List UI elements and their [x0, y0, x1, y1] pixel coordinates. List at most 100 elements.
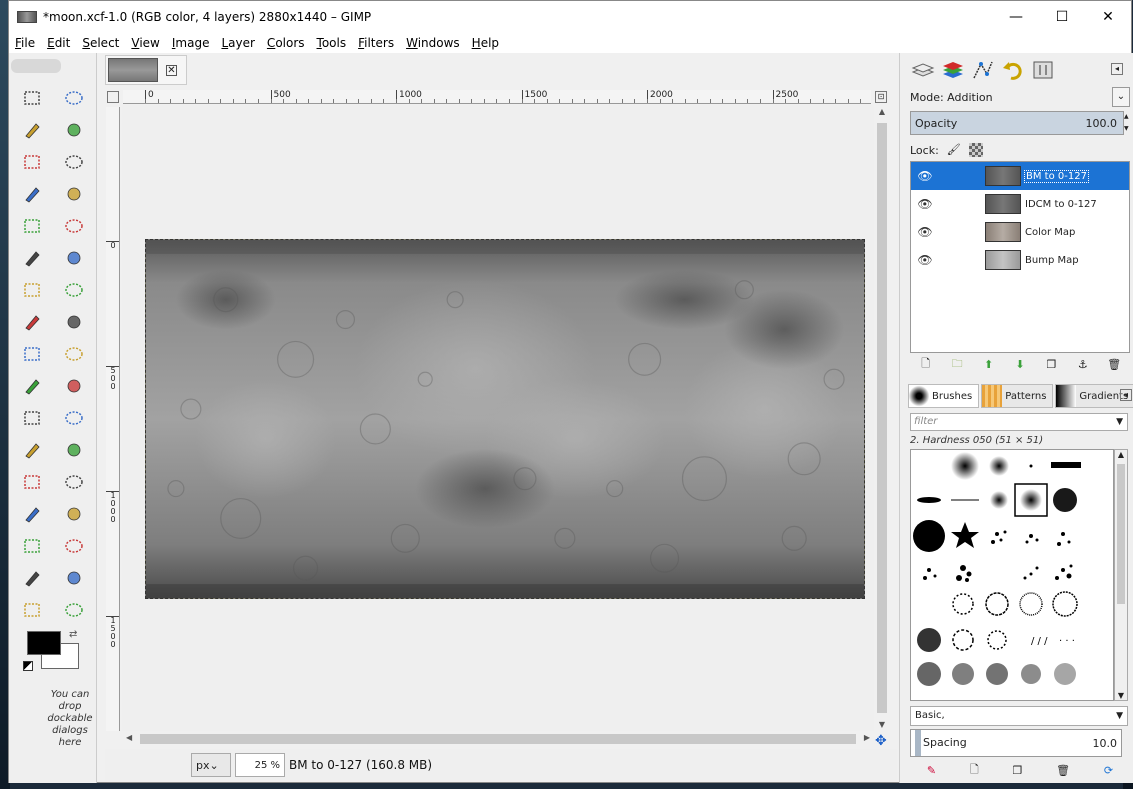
tool-shear[interactable]	[19, 341, 45, 366]
lock-alpha-icon[interactable]	[968, 143, 983, 157]
vertical-ruler[interactable]: 0 5 0 0 1 0 0 0 1 5 0 0	[106, 107, 120, 731]
menu-help[interactable]: Help	[472, 36, 499, 50]
minimize-button[interactable]: —	[993, 1, 1039, 33]
mode-dropdown-icon[interactable]: ⌄	[1112, 87, 1130, 107]
tool-crop[interactable]	[61, 277, 87, 302]
horizontal-ruler[interactable]: 0 500 1000 1500 2000 2500	[123, 90, 871, 104]
filter-dropdown-icon[interactable]: ▼	[1116, 414, 1123, 430]
tool-move[interactable]	[61, 245, 87, 270]
tool-heal[interactable]	[61, 533, 87, 558]
menu-edit[interactable]: Edit	[47, 36, 70, 50]
brush-scrollbar[interactable]: ▲ ▼	[1114, 449, 1128, 701]
tool-flip[interactable]	[19, 373, 45, 398]
brush-scroll-up-icon[interactable]: ▲	[1115, 450, 1127, 459]
duplicate-layer-icon[interactable]: ❐	[1042, 358, 1060, 371]
horizontal-scrollbar[interactable]: ◀ ▶	[122, 731, 874, 747]
menu-select[interactable]: Select	[82, 36, 119, 50]
menu-colors[interactable]: Colors	[267, 36, 305, 50]
tool-rotate[interactable]	[19, 309, 45, 334]
anchor-layer-icon[interactable]: ⚓	[1074, 358, 1092, 371]
new-layer-group-icon[interactable]: 🗀	[948, 355, 966, 374]
layer-visibility-eye-icon[interactable]: 👁	[911, 197, 939, 211]
quick-mask-toggle[interactable]	[107, 91, 119, 103]
brush-grid[interactable]: / / / · · ·	[910, 449, 1114, 701]
menu-layer[interactable]: Layer	[221, 36, 254, 50]
tab-brushes[interactable]: Brushes	[908, 384, 980, 408]
close-image-tab-icon[interactable]: ✕	[166, 64, 177, 76]
tool-ellipse-select[interactable]	[61, 85, 87, 110]
navigate-icon[interactable]: ✥	[875, 733, 887, 749]
new-layer-icon[interactable]: 🗋	[917, 355, 935, 374]
opacity-slider[interactable]: Opacity 100.0	[910, 111, 1124, 135]
vertical-scrollbar[interactable]: ▲ ▼	[875, 105, 889, 731]
brushes-dock-menu-icon[interactable]: ◂	[1120, 389, 1132, 401]
tool-text[interactable]	[19, 405, 45, 430]
scroll-up-icon[interactable]: ▲	[875, 107, 889, 116]
tool-rect-select[interactable]	[19, 85, 45, 110]
refresh-brushes-icon[interactable]: ⟳	[1104, 764, 1113, 777]
default-colors-icon[interactable]	[23, 661, 33, 671]
tool-smudge[interactable]	[61, 565, 87, 590]
layer-row[interactable]: 👁 BM to 0-127	[911, 162, 1129, 190]
color-area[interactable]: ⇄	[23, 627, 83, 673]
tool-airbrush[interactable]	[19, 501, 45, 526]
opacity-spinner-icon[interactable]: ▲ ▼	[1124, 111, 1132, 135]
tool-paths[interactable]	[61, 181, 87, 206]
lower-layer-icon[interactable]: ⬇	[1011, 358, 1029, 371]
tab-tool-options[interactable]	[1028, 56, 1058, 84]
brush-spacing-slider[interactable]: Spacing 10.0	[910, 729, 1122, 757]
horizontal-scroll-thumb[interactable]	[140, 734, 856, 744]
layer-visibility-eye-icon[interactable]: 👁	[911, 253, 939, 267]
menu-view[interactable]: View	[131, 36, 159, 50]
tab-patterns[interactable]: Patterns	[981, 384, 1054, 408]
unit-selector[interactable]: px ⌄	[191, 753, 231, 777]
tool-perspective-clone[interactable]	[19, 565, 45, 590]
edit-brush-icon[interactable]: ✎	[927, 764, 936, 777]
raise-layer-icon[interactable]: ⬆	[980, 358, 998, 371]
tool-color-picker[interactable]	[19, 213, 45, 238]
tool-eraser[interactable]	[61, 469, 87, 494]
tool-scale[interactable]	[61, 309, 87, 334]
brush-filter-input[interactable]: filter ▼	[910, 413, 1128, 431]
tool-zoom[interactable]	[61, 213, 87, 238]
dock-menu-icon[interactable]: ◂	[1111, 63, 1123, 75]
moon-map-image[interactable]	[145, 239, 865, 599]
layer-row[interactable]: 👁 Color Map	[911, 218, 1129, 246]
scroll-down-icon[interactable]: ▼	[875, 720, 889, 729]
tool-dodge-burn[interactable]	[19, 597, 45, 622]
menu-file[interactable]: File	[15, 36, 35, 50]
menu-windows[interactable]: Windows	[406, 36, 460, 50]
tool-free-select[interactable]	[19, 117, 45, 142]
layer-row[interactable]: 👁 Bump Map	[911, 246, 1129, 274]
tool-ink[interactable]	[61, 501, 87, 526]
tool-blend[interactable]	[19, 437, 45, 462]
tool-cage-transform[interactable]	[61, 373, 87, 398]
canvas-area[interactable]	[122, 105, 874, 731]
tool-bucket-fill[interactable]	[61, 405, 87, 430]
zoom-to-fit-icon[interactable]: ⊡	[875, 91, 887, 103]
tool-align[interactable]	[19, 277, 45, 302]
foreground-color-swatch[interactable]	[27, 631, 61, 655]
duplicate-brush-icon[interactable]: ❐	[1012, 764, 1022, 777]
layer-mode-select[interactable]: Mode: Addition ⌄	[910, 87, 1130, 107]
tab-paths[interactable]	[968, 56, 998, 84]
menu-filters[interactable]: Filters	[358, 36, 394, 50]
zoom-selector[interactable]: 25 %	[235, 753, 285, 777]
vertical-scroll-thumb[interactable]	[877, 123, 887, 713]
delete-layer-icon[interactable]: 🗑	[1105, 358, 1123, 371]
swap-colors-icon[interactable]: ⇄	[69, 629, 77, 640]
tab-channels[interactable]	[938, 56, 968, 84]
tool-fuzzy-select[interactable]	[61, 117, 87, 142]
tab-layers[interactable]	[908, 56, 938, 84]
layer-row[interactable]: 👁 IDCM to 0-127	[911, 190, 1129, 218]
tab-undo-history[interactable]	[998, 56, 1028, 84]
maximize-button[interactable]: ☐	[1039, 1, 1085, 33]
brush-scroll-thumb[interactable]	[1117, 464, 1125, 604]
menu-image[interactable]: Image	[172, 36, 210, 50]
tool-paintbrush[interactable]	[19, 469, 45, 494]
new-brush-icon[interactable]: 🗋	[970, 761, 979, 780]
layer-visibility-eye-icon[interactable]: 👁	[911, 225, 939, 239]
image-tab-moon[interactable]: ✕	[105, 55, 187, 85]
scroll-right-icon[interactable]: ▶	[864, 733, 870, 742]
tool-scissors-select[interactable]	[61, 149, 87, 174]
